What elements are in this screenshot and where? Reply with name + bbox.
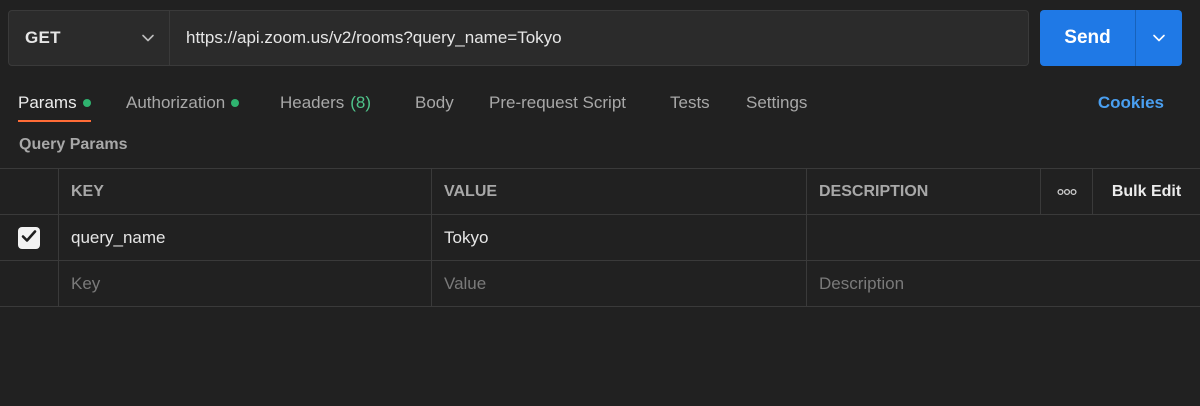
tab-body[interactable]: Body: [415, 82, 454, 122]
row-check-cell: [0, 261, 59, 306]
query-params-table: KEY VALUE DESCRIPTION Bulk Edit query_na…: [0, 168, 1200, 307]
new-value-cell: [432, 261, 807, 306]
new-description-input[interactable]: [819, 273, 1188, 294]
send-options-button[interactable]: [1136, 10, 1182, 66]
table-header-row: KEY VALUE DESCRIPTION Bulk Edit: [0, 169, 1200, 215]
tab-label: Body: [415, 93, 454, 112]
send-group: Send: [1040, 10, 1182, 66]
chevron-down-icon: [1152, 31, 1166, 45]
param-key-cell[interactable]: query_name: [59, 215, 432, 260]
send-button[interactable]: Send: [1040, 10, 1136, 66]
request-tabs: Params Authorization Headers (8) Body Pr…: [0, 82, 1200, 122]
method-select[interactable]: GET: [8, 10, 170, 66]
tab-params[interactable]: Params: [18, 82, 91, 122]
status-dot-icon: [82, 99, 91, 107]
tab-headers[interactable]: Headers (8): [280, 82, 371, 122]
url-input[interactable]: [186, 28, 1012, 48]
more-options-icon: [1056, 183, 1077, 201]
new-key-input[interactable]: [71, 273, 419, 294]
header-check-cell: [0, 169, 59, 214]
tab-label: Headers: [280, 93, 345, 112]
tab-label: Tests: [670, 93, 710, 112]
tab-label: Authorization: [126, 93, 226, 112]
tab-settings[interactable]: Settings: [746, 82, 807, 122]
status-dot-icon: [231, 99, 240, 107]
tab-label: Pre-request Script: [489, 93, 626, 112]
header-value: VALUE: [432, 169, 807, 214]
cookies-link[interactable]: Cookies: [1098, 82, 1164, 122]
param-value: Tokyo: [444, 227, 489, 247]
table-row: query_name Tokyo: [0, 215, 1200, 261]
request-editor: GET Send Params Authorization He: [0, 0, 1200, 406]
row-check-cell: [0, 215, 59, 260]
header-key: KEY: [59, 169, 432, 214]
new-key-cell: [59, 261, 432, 306]
param-checkbox[interactable]: [18, 226, 40, 249]
header-description: DESCRIPTION: [807, 169, 1041, 214]
more-options-button[interactable]: [1041, 169, 1093, 214]
param-key: query_name: [71, 227, 166, 247]
headers-count: (8): [350, 93, 372, 112]
param-value-cell[interactable]: Tokyo: [432, 215, 807, 260]
table-row-new: [0, 261, 1200, 307]
tab-authorization[interactable]: Authorization: [126, 82, 240, 122]
section-title: Query Params: [19, 136, 128, 153]
tab-pre-request-script[interactable]: Pre-request Script: [489, 82, 626, 122]
checkmark-icon: [21, 228, 37, 248]
tab-label: Settings: [746, 93, 808, 112]
bulk-edit-button[interactable]: Bulk Edit: [1093, 169, 1200, 214]
new-value-input[interactable]: [444, 273, 794, 294]
tab-label: Params: [18, 93, 77, 112]
new-description-cell: [807, 261, 1200, 306]
tab-tests[interactable]: Tests: [670, 82, 710, 122]
param-description-cell[interactable]: [807, 215, 1200, 260]
request-bar: GET Send: [8, 10, 1182, 66]
chevron-down-icon: [141, 31, 155, 45]
url-field: [170, 10, 1029, 66]
method-label: GET: [25, 28, 61, 47]
